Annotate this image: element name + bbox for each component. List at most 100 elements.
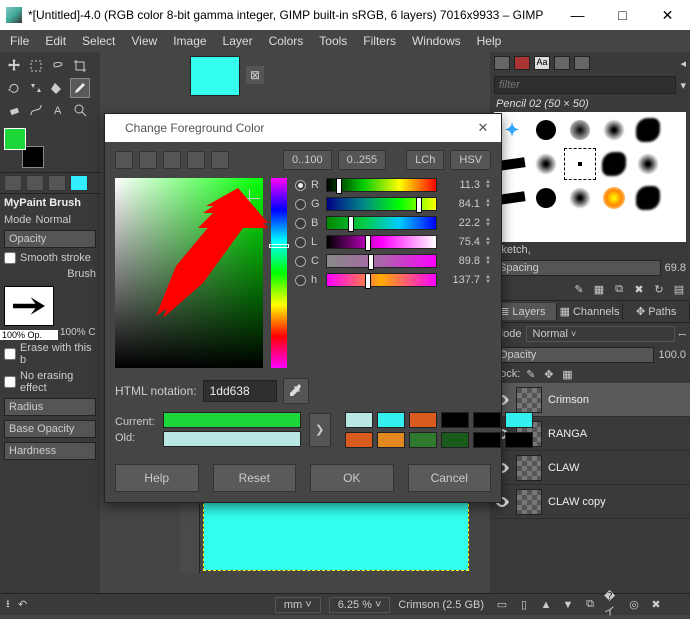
swatch[interactable] bbox=[441, 432, 469, 448]
spin-buttons[interactable]: ▲▼ bbox=[485, 218, 491, 228]
lch-button[interactable]: LCh bbox=[406, 150, 444, 170]
maximize-button[interactable]: □ bbox=[600, 0, 645, 30]
flip-tool-icon[interactable] bbox=[26, 78, 46, 98]
image-tab-close-icon[interactable]: ⊠ bbox=[246, 66, 264, 84]
smooth-stroke-checkbox[interactable] bbox=[4, 252, 16, 264]
eraser-tool-icon[interactable] bbox=[4, 100, 24, 120]
picker-mode3-icon[interactable] bbox=[163, 151, 181, 169]
menu-edit[interactable]: Edit bbox=[37, 31, 74, 51]
lock-position-icon[interactable]: ✥ bbox=[544, 368, 556, 380]
picker-mode5-icon[interactable] bbox=[211, 151, 229, 169]
history-tab-icon[interactable] bbox=[554, 56, 570, 70]
toolopt-tab-icon[interactable] bbox=[4, 175, 22, 191]
layer-opacity-slider[interactable]: Opacity bbox=[494, 347, 654, 363]
spin-buttons[interactable]: ▲▼ bbox=[485, 199, 491, 209]
toolopt-tab4-icon[interactable] bbox=[70, 175, 88, 191]
image-tab-thumb[interactable] bbox=[190, 56, 240, 96]
layer-row[interactable]: CLAW bbox=[490, 451, 690, 485]
sv-picker[interactable] bbox=[115, 178, 263, 368]
fonts-tab-icon[interactable]: Aa bbox=[534, 56, 550, 70]
layer-mode-select[interactable]: Normal ˅ bbox=[526, 326, 675, 342]
reset-button[interactable]: Reset bbox=[213, 464, 297, 492]
fg-bg-color[interactable] bbox=[4, 128, 44, 168]
bucket-tool-icon[interactable] bbox=[48, 78, 68, 98]
hardness-slider[interactable]: Hardness bbox=[4, 442, 96, 460]
edit-brush-icon[interactable]: ✎ bbox=[572, 282, 586, 296]
layer-name[interactable]: Crimson bbox=[548, 394, 686, 406]
picker-mode1-icon[interactable] bbox=[115, 151, 133, 169]
html-notation-input[interactable] bbox=[203, 380, 277, 402]
refresh-brush-icon[interactable]: ↻ bbox=[652, 282, 666, 296]
channel-radio[interactable] bbox=[295, 275, 306, 286]
swatch[interactable] bbox=[505, 432, 533, 448]
toolopt-tab2-icon[interactable] bbox=[26, 175, 44, 191]
picker-mode4-icon[interactable] bbox=[187, 151, 205, 169]
menu-file[interactable]: File bbox=[2, 31, 37, 51]
swatch[interactable] bbox=[441, 412, 469, 428]
erase-checkbox[interactable] bbox=[4, 348, 16, 360]
dup-layer-icon[interactable]: ⧉ bbox=[582, 597, 598, 613]
swatch[interactable] bbox=[473, 432, 501, 448]
menu-select[interactable]: Select bbox=[74, 31, 123, 51]
brush-cell[interactable] bbox=[570, 120, 590, 140]
channel-slider[interactable] bbox=[326, 235, 437, 249]
brush-cell[interactable] bbox=[636, 118, 660, 142]
brush-cell-selected[interactable] bbox=[578, 162, 582, 166]
layer-name[interactable]: CLAW copy bbox=[548, 496, 686, 508]
zoom-select[interactable]: 6.25 % ˅ bbox=[329, 597, 391, 613]
dock-menu-icon[interactable]: ◂ bbox=[680, 57, 686, 70]
swap-colors-icon[interactable]: ❯ bbox=[309, 413, 331, 447]
unit-select[interactable]: mm ˅ bbox=[275, 597, 321, 613]
brush-cell[interactable] bbox=[603, 187, 625, 209]
channel-slider[interactable] bbox=[326, 254, 437, 268]
menu-filters[interactable]: Filters bbox=[355, 31, 404, 51]
merge-layer-icon[interactable]: �イ bbox=[604, 597, 620, 613]
brush-cell[interactable] bbox=[498, 157, 525, 171]
radius-slider[interactable]: Radius bbox=[4, 398, 96, 416]
channel-radio[interactable] bbox=[295, 256, 306, 267]
brush-cell[interactable] bbox=[536, 188, 556, 208]
filter-menu-icon[interactable]: ▾ bbox=[680, 79, 686, 92]
fg-color-swatch[interactable] bbox=[4, 128, 26, 150]
delete-layer-icon[interactable]: ✖ bbox=[648, 597, 664, 613]
swatch[interactable] bbox=[505, 412, 533, 428]
old-color-swatch[interactable] bbox=[163, 431, 301, 447]
layer-name[interactable]: RANGA bbox=[548, 428, 686, 440]
status-save-icon[interactable]: ⭳ bbox=[6, 595, 10, 614]
crop-tool-icon[interactable] bbox=[70, 56, 90, 76]
hsv-button[interactable]: HSV bbox=[450, 150, 491, 170]
ok-button[interactable]: OK bbox=[310, 464, 394, 492]
picker-mode2-icon[interactable] bbox=[139, 151, 157, 169]
no-erase-checkbox[interactable] bbox=[4, 376, 16, 388]
channel-slider[interactable] bbox=[326, 273, 437, 287]
swatch[interactable] bbox=[409, 432, 437, 448]
spacing-slider[interactable]: Spacing bbox=[494, 260, 661, 276]
brush-cell[interactable] bbox=[498, 191, 525, 205]
mypaint-brush-tool-icon[interactable] bbox=[70, 78, 90, 98]
lower-layer-icon[interactable]: ▼ bbox=[560, 597, 576, 613]
hue-slider[interactable] bbox=[271, 178, 287, 368]
brush-preview[interactable] bbox=[4, 286, 54, 326]
rotate-tool-icon[interactable] bbox=[4, 78, 24, 98]
new-brush-icon[interactable]: ✦ bbox=[504, 120, 519, 141]
zoom-tool-icon[interactable] bbox=[70, 100, 90, 120]
swatch[interactable] bbox=[473, 412, 501, 428]
brush-cell[interactable] bbox=[569, 187, 591, 209]
channel-radio[interactable] bbox=[295, 180, 306, 191]
tab-channels[interactable]: ▦Channels bbox=[557, 303, 624, 320]
layer-row[interactable]: CLAW copy bbox=[490, 485, 690, 519]
opacity-slider[interactable]: Opacity bbox=[4, 230, 96, 248]
swatch[interactable] bbox=[345, 412, 373, 428]
mask-layer-icon[interactable]: ◎ bbox=[626, 597, 642, 613]
new-layer-icon[interactable]: ▭ bbox=[494, 597, 510, 613]
brush-cell[interactable] bbox=[636, 186, 660, 210]
new-brush2-icon[interactable]: ▦ bbox=[592, 282, 606, 296]
menu-tools[interactable]: Tools bbox=[311, 31, 355, 51]
menu-image[interactable]: Image bbox=[165, 31, 214, 51]
channel-slider[interactable] bbox=[326, 178, 437, 192]
brushes-tab-icon[interactable] bbox=[494, 56, 510, 70]
channel-radio[interactable] bbox=[295, 237, 306, 248]
mode-value[interactable]: Normal bbox=[36, 214, 71, 226]
menu-windows[interactable]: Windows bbox=[404, 31, 469, 51]
brushes-grid[interactable]: ✦ bbox=[494, 112, 686, 242]
